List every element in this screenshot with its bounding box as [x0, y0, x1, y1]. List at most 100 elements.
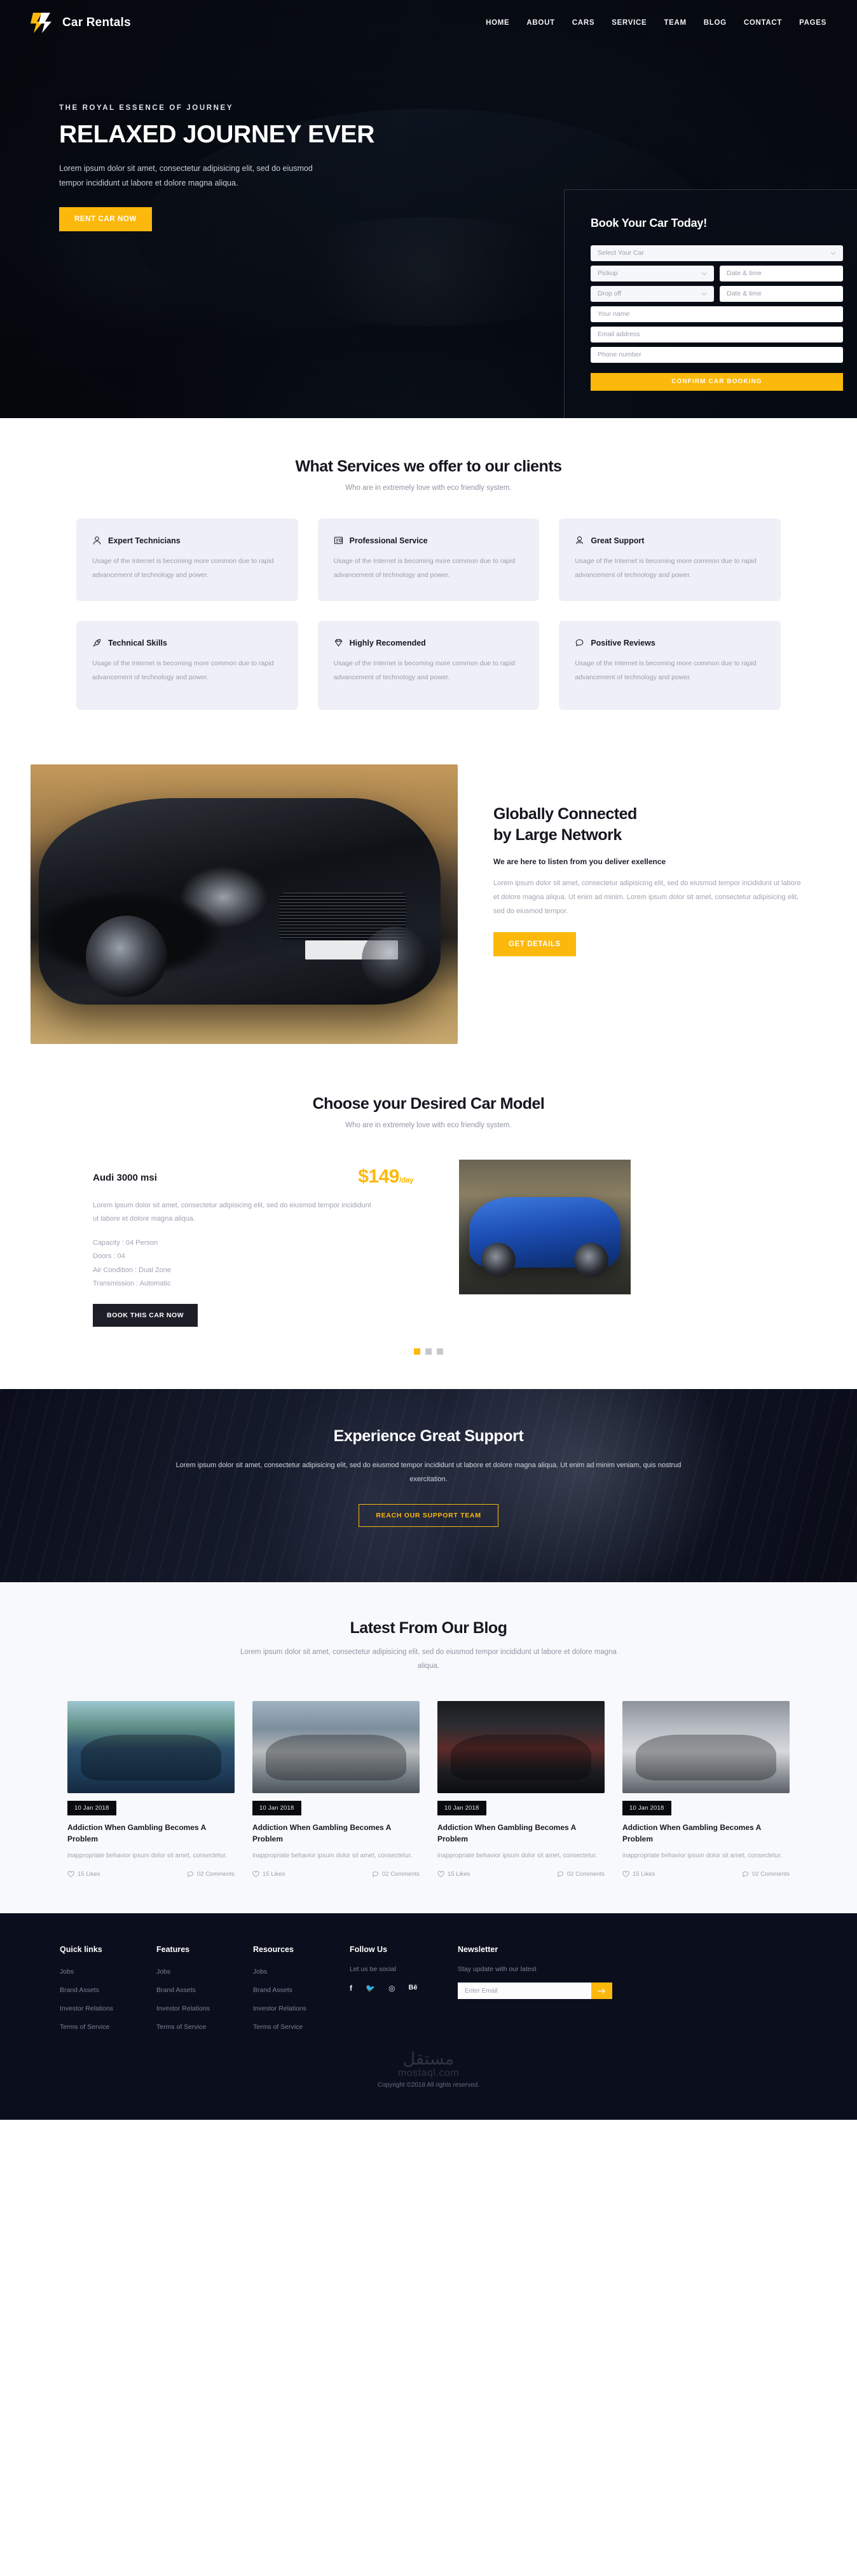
email-input[interactable]: Email address [591, 326, 843, 342]
lightning-bolt-logo-icon [31, 11, 55, 34]
heart-icon [622, 1871, 629, 1878]
name-input[interactable]: Your name [591, 306, 843, 322]
service-card-expert-technicians[interactable]: Expert Technicians Usage of the Internet… [76, 519, 298, 602]
footer-link-jobs[interactable]: Jobs [156, 1968, 170, 1976]
nav-item-service[interactable]: SERVICE [612, 19, 647, 27]
rent-car-now-button[interactable]: RENT CAR NOW [59, 207, 152, 231]
footer-heading: Resources [253, 1945, 294, 1955]
twitter-icon[interactable]: 🐦 [366, 1984, 375, 1993]
facebook-icon[interactable]: f [350, 1984, 352, 1993]
blog-post-image [437, 1701, 605, 1794]
booking-form: Book Your Car Today! Select Your Car Pic… [564, 189, 857, 418]
car-model-top-row: Audi 3000 msi $149/day [93, 1166, 441, 1188]
service-card-professional-service[interactable]: Professional Service Usage of the Intern… [317, 519, 540, 602]
blog-card[interactable]: 10 Jan 2018 Addiction When Gambling Beco… [437, 1701, 605, 1878]
service-card-technical-skills[interactable]: Technical Skills Usage of the Internet i… [76, 621, 298, 710]
blog-post-likes[interactable]: 15 Likes [252, 1871, 285, 1878]
car-models-subtitle: Who are in extremely love with eco frien… [345, 1122, 512, 1130]
dropoff-datetime-input[interactable]: Date & time [720, 285, 843, 302]
carousel-dot-3[interactable] [437, 1348, 443, 1355]
confirm-car-booking-button[interactable]: CONFIRM CAR BOOKING [591, 372, 843, 391]
name-value: Your name [598, 310, 630, 318]
service-title: Highly Recomended [349, 638, 426, 647]
footer-link-jobs[interactable]: Jobs [253, 1968, 267, 1976]
blog-post-comments[interactable]: 02 Comments [187, 1871, 235, 1878]
footer-heading: Features [156, 1945, 190, 1955]
nav-item-home[interactable]: HOME [486, 19, 509, 27]
carousel-dot-2[interactable] [425, 1348, 432, 1355]
service-card-positive-reviews[interactable]: Positive Reviews Usage of the Internet i… [559, 621, 781, 710]
blog-card[interactable]: 10 Jan 2018 Addiction When Gambling Beco… [622, 1701, 790, 1878]
blog-post-title[interactable]: Addiction When Gambling Becomes A Proble… [437, 1822, 605, 1845]
footer-link-terms-of-service[interactable]: Terms of Service [60, 2023, 109, 2031]
footer-link-terms-of-service[interactable]: Terms of Service [156, 2023, 206, 2031]
watermark-arabic: مستقل [402, 2049, 455, 2070]
nav-item-cars[interactable]: CARS [572, 19, 594, 27]
footer-link-terms-of-service[interactable]: Terms of Service [253, 2023, 303, 2031]
likes-count: 15 Likes [78, 1871, 100, 1878]
headset-icon [576, 536, 584, 545]
pickup-location-dropdown[interactable]: Pickup [591, 265, 714, 281]
footer-column-features: Features Jobs Brand Assets Investor Rela… [156, 1945, 253, 2039]
dropoff-location-dropdown[interactable]: Drop off [591, 285, 714, 302]
footer-link-jobs[interactable]: Jobs [60, 1968, 74, 1976]
blog-post-title[interactable]: Addiction When Gambling Becomes A Proble… [67, 1822, 235, 1845]
get-details-button[interactable]: GET DETAILS [493, 932, 576, 957]
newsletter-email-value: Enter Email [465, 1987, 498, 1995]
blue-car-front-wheel-shape [481, 1243, 516, 1278]
footer-link-brand-assets[interactable]: Brand Assets [253, 1986, 292, 1994]
phone-value: Phone number [598, 351, 641, 359]
blog-post-comments[interactable]: 02 Comments [557, 1871, 605, 1878]
pickup-row: Pickup Date & time [591, 265, 843, 286]
footer-link-brand-assets[interactable]: Brand Assets [60, 1986, 99, 1994]
chevron-down-icon [701, 292, 707, 295]
likes-count: 15 Likes [263, 1871, 285, 1878]
blog-subtitle: Lorem ipsum dolor sit amet, consectetur … [240, 1648, 617, 1670]
book-this-car-now-button[interactable]: BOOK THIS CAR NOW [93, 1303, 198, 1327]
footer-link-brand-assets[interactable]: Brand Assets [156, 1986, 196, 1994]
blog-post-likes[interactable]: 15 Likes [622, 1871, 655, 1878]
newsletter-email-input[interactable]: Enter Email [458, 1983, 591, 2000]
footer-link-investor-relations[interactable]: Investor Relations [156, 2005, 210, 2012]
blog-post-comments[interactable]: 02 Comments [742, 1871, 790, 1878]
comment-icon [557, 1871, 563, 1878]
blog-post-excerpt: inappropriate behavior ipsum dolor sit a… [622, 1852, 783, 1860]
nav-item-team[interactable]: TEAM [664, 19, 686, 27]
blog-post-date: 10 Jan 2018 [67, 1801, 116, 1816]
blog-post-date: 10 Jan 2018 [252, 1801, 301, 1816]
blog-post-title[interactable]: Addiction When Gambling Becomes A Proble… [252, 1822, 420, 1845]
service-body: Usage of the Internet is becoming more c… [92, 660, 274, 681]
brand-logo-group[interactable]: Car Rentals [31, 11, 131, 34]
car-model-name: Audi 3000 msi [93, 1172, 157, 1184]
blog-post-likes[interactable]: 15 Likes [67, 1871, 100, 1878]
carousel-dot-1[interactable] [414, 1348, 420, 1355]
dribbble-icon[interactable]: ◎ [388, 1984, 395, 1993]
hero-eyebrow: THE ROYAL ESSENCE OF JOURNEY [59, 104, 234, 112]
service-card-great-support[interactable]: Great Support Usage of the Internet is b… [559, 519, 781, 602]
footer-link-investor-relations[interactable]: Investor Relations [253, 2005, 306, 2012]
footer-link-investor-relations[interactable]: Investor Relations [60, 2005, 113, 2012]
chat-bubble-icon [576, 639, 584, 647]
blog-post-likes[interactable]: 15 Likes [437, 1871, 470, 1878]
phone-input[interactable]: Phone number [591, 346, 843, 363]
pickup-datetime-input[interactable]: Date & time [720, 265, 843, 281]
blog-card[interactable]: 10 Jan 2018 Addiction When Gambling Beco… [252, 1701, 420, 1878]
services-subtitle: Who are in extremely love with eco frien… [345, 484, 512, 492]
comment-icon [742, 1871, 748, 1878]
blog-card[interactable]: 10 Jan 2018 Addiction When Gambling Beco… [67, 1701, 235, 1878]
service-card-header: Professional Service [334, 536, 524, 545]
rocket-icon [93, 639, 101, 647]
nav-item-contact[interactable]: CONTACT [744, 19, 782, 27]
newsletter-note: Stay update with our latest [458, 1965, 537, 1974]
reach-our-support-team-button[interactable]: REACH OUR SUPPORT TEAM [359, 1503, 498, 1527]
behance-icon[interactable]: Bē [408, 1984, 417, 1993]
service-card-highly-recomended[interactable]: Highly Recomended Usage of the Internet … [317, 621, 540, 710]
blog-post-comments[interactable]: 02 Comments [372, 1871, 420, 1878]
select-car-dropdown[interactable]: Select Your Car [591, 245, 843, 261]
nav-item-about[interactable]: ABOUT [526, 19, 554, 27]
newsletter-submit-button[interactable] [591, 1983, 612, 2000]
blog-post-title[interactable]: Addiction When Gambling Becomes A Proble… [622, 1822, 790, 1845]
nav-item-pages[interactable]: PAGES [799, 19, 826, 27]
footer-link-list: Jobs Brand Assets Investor Relations Ter… [156, 1965, 253, 2032]
nav-item-blog[interactable]: BLOG [704, 19, 727, 27]
